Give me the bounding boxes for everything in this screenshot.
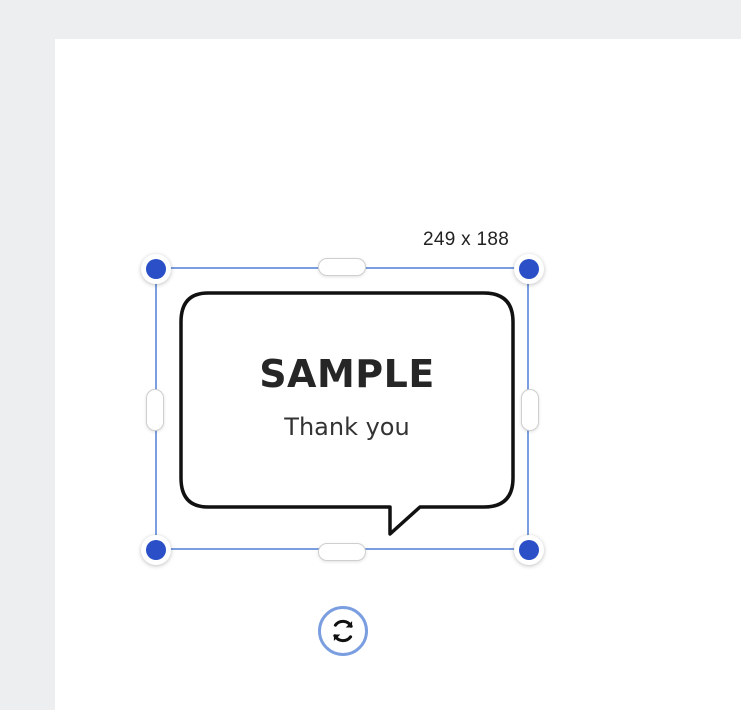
sample-title-text: SAMPLE <box>259 352 435 396</box>
resize-handle-top-right[interactable] <box>514 254 544 284</box>
resize-handle-top-left[interactable] <box>141 254 171 284</box>
resize-handle-bottom-left[interactable] <box>141 535 171 565</box>
resize-handle-right[interactable] <box>521 389 539 431</box>
rotate-arrows-icon <box>333 619 353 643</box>
resize-handle-bottom[interactable] <box>318 543 366 561</box>
resize-handle-bottom-right[interactable] <box>514 535 544 565</box>
selection-size-label: 249 x 188 <box>423 229 510 250</box>
resize-handle-top[interactable] <box>318 258 366 276</box>
sample-subtitle-text: Thank you <box>284 413 410 441</box>
rotate-button[interactable] <box>318 606 368 656</box>
resize-handle-left[interactable] <box>146 389 164 431</box>
